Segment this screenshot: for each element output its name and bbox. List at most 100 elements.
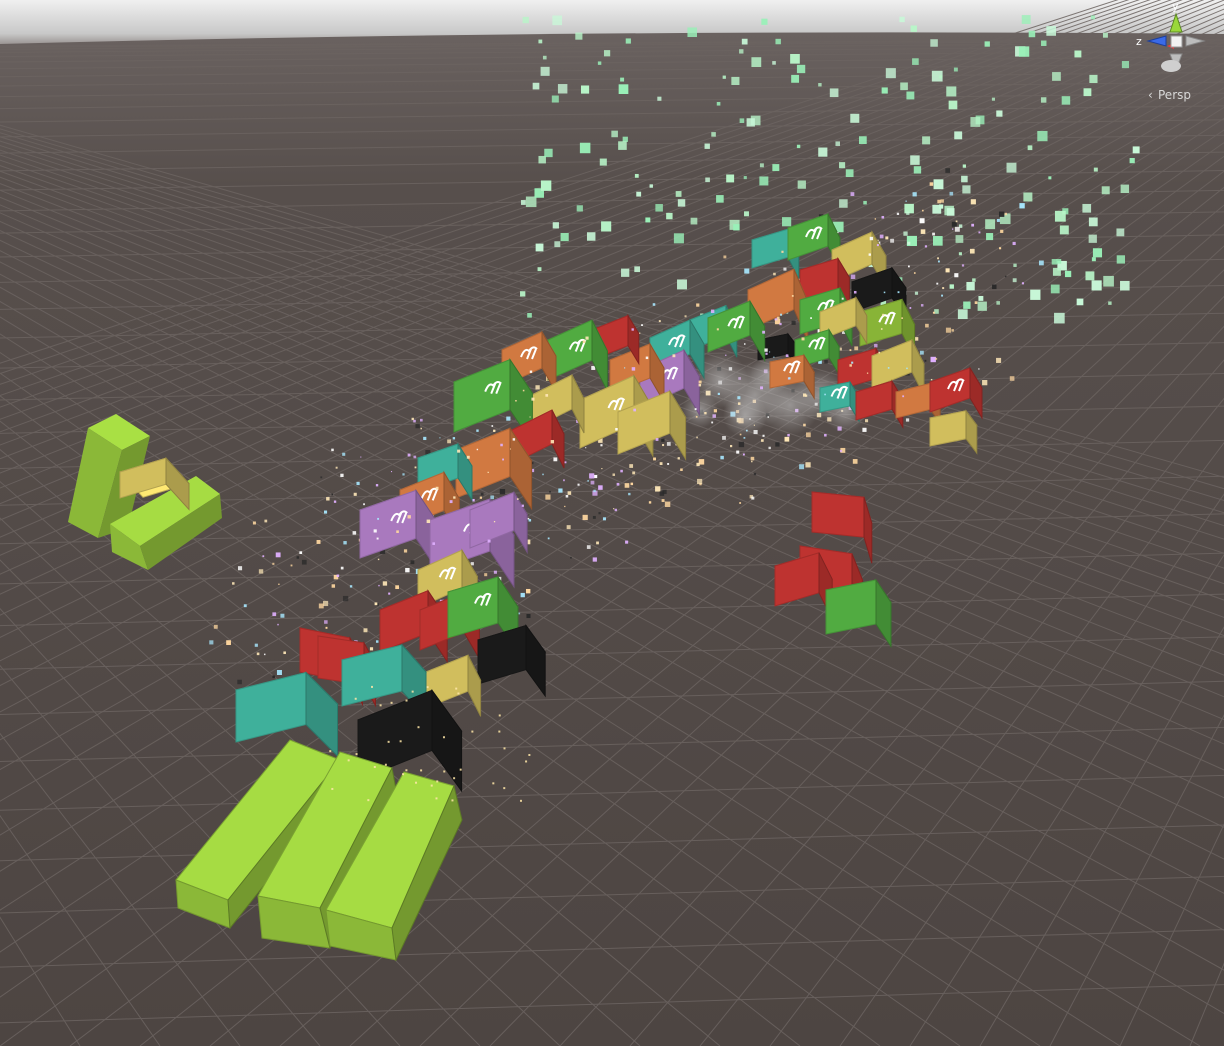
particle bbox=[751, 496, 755, 500]
particle bbox=[1085, 271, 1095, 281]
spark bbox=[869, 236, 874, 241]
particle bbox=[945, 268, 950, 273]
particle bbox=[624, 483, 630, 488]
spark bbox=[405, 699, 408, 702]
spark bbox=[453, 777, 456, 780]
particle bbox=[914, 337, 919, 341]
spark bbox=[377, 558, 380, 561]
particle bbox=[768, 446, 771, 450]
particle bbox=[955, 235, 964, 243]
particle bbox=[1093, 167, 1098, 172]
spark bbox=[710, 309, 715, 313]
spark bbox=[476, 448, 479, 451]
particle bbox=[739, 118, 745, 123]
particle bbox=[1006, 162, 1017, 173]
particle bbox=[594, 474, 598, 479]
particle bbox=[854, 346, 859, 351]
particle bbox=[722, 436, 726, 440]
particle bbox=[992, 284, 997, 290]
spark bbox=[694, 408, 697, 411]
spark bbox=[937, 257, 939, 260]
spark bbox=[716, 328, 719, 331]
particle bbox=[666, 212, 673, 220]
spark bbox=[503, 787, 506, 790]
particle bbox=[535, 385, 540, 390]
particle bbox=[910, 155, 920, 165]
center-cube-icon[interactable] bbox=[1170, 35, 1183, 48]
particle bbox=[858, 136, 867, 144]
particle bbox=[945, 168, 951, 173]
spark bbox=[600, 444, 603, 447]
particle bbox=[542, 55, 547, 60]
particle bbox=[899, 16, 905, 23]
particle bbox=[1089, 74, 1098, 84]
spark bbox=[522, 389, 525, 392]
particle bbox=[1108, 301, 1112, 305]
spark bbox=[880, 328, 883, 330]
particle bbox=[375, 484, 379, 487]
particle bbox=[1050, 284, 1060, 294]
spark bbox=[525, 760, 528, 763]
projection-toggle[interactable]: ‹ Persp bbox=[1148, 86, 1208, 104]
spark bbox=[631, 328, 634, 331]
particle bbox=[540, 180, 552, 191]
spark bbox=[780, 313, 783, 316]
particle bbox=[415, 423, 420, 429]
particle bbox=[1092, 248, 1103, 258]
scene-canvas[interactable] bbox=[0, 0, 1224, 1046]
negative-y-cone-icon[interactable] bbox=[1161, 53, 1183, 72]
particle bbox=[520, 592, 525, 598]
particle bbox=[277, 623, 279, 626]
particle bbox=[628, 492, 631, 496]
spark bbox=[451, 799, 454, 802]
spark bbox=[426, 519, 431, 524]
spark bbox=[384, 763, 387, 766]
particle bbox=[258, 569, 264, 574]
spark bbox=[529, 416, 531, 418]
spark bbox=[762, 434, 765, 437]
spark bbox=[471, 730, 474, 733]
y-axis-cone-icon[interactable] bbox=[1169, 12, 1183, 33]
particle bbox=[636, 191, 642, 197]
spark bbox=[340, 473, 344, 478]
particle bbox=[862, 427, 867, 432]
particle bbox=[954, 273, 959, 278]
particle bbox=[783, 267, 787, 271]
particle bbox=[499, 489, 506, 495]
particle bbox=[629, 464, 634, 468]
particle bbox=[1041, 40, 1047, 46]
spark bbox=[375, 640, 379, 643]
particle bbox=[906, 211, 910, 215]
particle bbox=[805, 462, 811, 468]
particle bbox=[1018, 46, 1030, 57]
negative-x-cone-icon[interactable] bbox=[1185, 35, 1206, 47]
particle bbox=[342, 452, 346, 456]
particle bbox=[903, 231, 908, 236]
spark bbox=[787, 433, 790, 437]
particle bbox=[1061, 96, 1071, 105]
particle bbox=[553, 457, 558, 462]
particle bbox=[1054, 312, 1065, 324]
particle bbox=[413, 419, 416, 423]
z-axis-cone-icon[interactable] bbox=[1146, 35, 1167, 47]
particle bbox=[580, 85, 590, 94]
spark bbox=[761, 439, 764, 442]
particle bbox=[618, 141, 627, 150]
particle bbox=[957, 309, 968, 320]
particle bbox=[1056, 259, 1062, 264]
spark bbox=[390, 471, 393, 473]
particle bbox=[874, 343, 878, 348]
particle bbox=[759, 176, 769, 186]
particle bbox=[1027, 145, 1033, 151]
scene-view[interactable]: y z ‹ Persp bbox=[0, 0, 1224, 1046]
particle bbox=[567, 491, 572, 495]
particle bbox=[773, 272, 776, 276]
particle bbox=[716, 101, 721, 106]
particle bbox=[565, 494, 569, 498]
spark bbox=[500, 443, 503, 447]
spark bbox=[951, 228, 954, 230]
particle bbox=[256, 652, 260, 656]
particle bbox=[890, 238, 895, 243]
particle bbox=[369, 647, 374, 651]
particle bbox=[545, 494, 551, 500]
